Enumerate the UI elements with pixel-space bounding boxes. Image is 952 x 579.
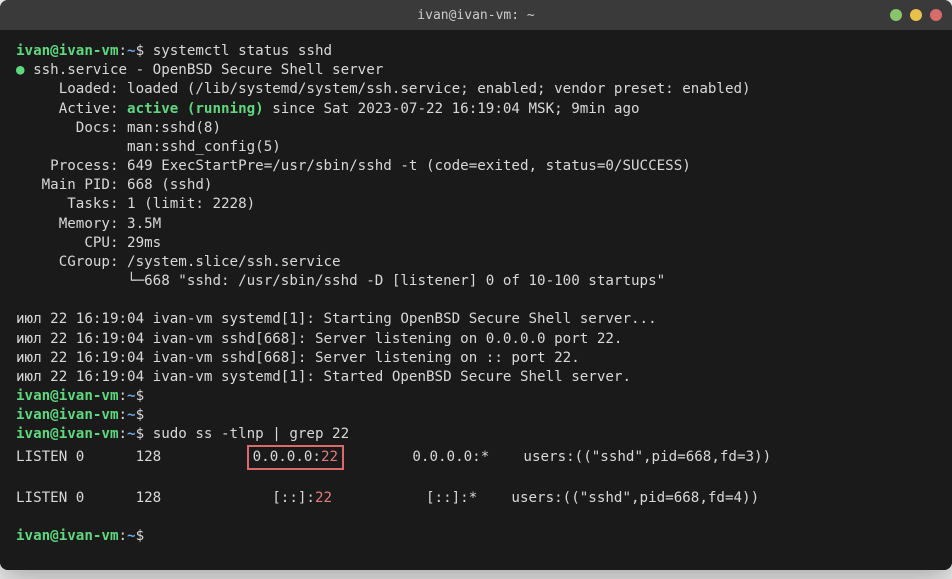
cgroup-value: /system.slice/ssh.service <box>119 254 341 270</box>
prompt-userhost: ivan@ivan-vm <box>16 43 119 59</box>
prompt-line-5: ivan@ivan-vm:~$ <box>16 527 936 546</box>
command-2: sudo ss -tlnp | grep 22 <box>153 426 349 442</box>
ss-row2-port: 22 <box>315 490 332 506</box>
active-value: active (running) <box>119 101 264 117</box>
prompt-line-3: ivan@ivan-vm:~$ <box>16 406 936 425</box>
prompt-sep: : <box>119 43 128 59</box>
prompt-userhost: ivan@ivan-vm <box>16 388 119 404</box>
prompt-userhost: ivan@ivan-vm <box>16 528 119 544</box>
titlebar: ivan@ivan-vm: ~ <box>0 0 952 30</box>
prompt-dollar: $ <box>136 388 145 404</box>
cpu-value: 29ms <box>119 235 162 251</box>
status-mainpid: Main PID: 668 (sshd) <box>16 176 936 195</box>
process-value: 649 ExecStartPre=/usr/sbin/sshd -t (code… <box>119 158 691 174</box>
loaded-label: Loaded: <box>16 81 119 97</box>
log-line-1: июл 22 16:19:04 ivan-vm systemd[1]: Star… <box>16 310 936 329</box>
active-label: Active: <box>16 101 119 117</box>
terminal-body[interactable]: ivan@ivan-vm:~$ systemctl status sshd● s… <box>0 30 952 570</box>
ss-row-1: LISTEN 0 128 0.0.0.0:22 0.0.0.0:* users:… <box>16 445 936 470</box>
memory-value: 3.5M <box>119 216 162 232</box>
command-1: systemctl status sshd <box>153 43 332 59</box>
prompt-path: ~ <box>127 407 136 423</box>
mainpid-label: Main PID: <box>16 177 119 193</box>
prompt-sep: : <box>119 388 128 404</box>
status-docs2: man:sshd_config(5) <box>16 138 936 157</box>
ss-row2-pre: LISTEN 0 128 [::]: <box>16 490 315 506</box>
cgroup-label: CGroup: <box>16 254 119 270</box>
status-process: Process: 649 ExecStartPre=/usr/sbin/sshd… <box>16 157 936 176</box>
loaded-value: loaded (/lib/systemd/system/ssh.service;… <box>119 81 751 97</box>
status-header: ● ssh.service - OpenBSD Secure Shell ser… <box>16 61 936 80</box>
status-cpu: CPU: 29ms <box>16 234 936 253</box>
close-icon[interactable] <box>930 9 942 21</box>
prompt-userhost: ivan@ivan-vm <box>16 407 119 423</box>
status-loaded: Loaded: loaded (/lib/systemd/system/ssh.… <box>16 80 936 99</box>
log-line-2: июл 22 16:19:04 ivan-vm sshd[668]: Serve… <box>16 330 936 349</box>
status-cgroup: CGroup: /system.slice/ssh.service <box>16 253 936 272</box>
tasks-label: Tasks: <box>16 196 119 212</box>
memory-label: Memory: <box>16 216 119 232</box>
prompt-dollar: $ <box>136 43 145 59</box>
status-dot-icon: ● <box>16 62 25 78</box>
prompt-path: ~ <box>127 388 136 404</box>
log-line-3: июл 22 16:19:04 ivan-vm sshd[668]: Serve… <box>16 349 936 368</box>
status-docs: Docs: man:sshd(8) <box>16 119 936 138</box>
prompt-sep: : <box>119 407 128 423</box>
ss-row2-post: [::]:* users:(("sshd",pid=668,fd=4)) <box>332 490 759 506</box>
prompt-path: ~ <box>127 528 136 544</box>
prompt-path: ~ <box>127 43 136 59</box>
prompt-dollar: $ <box>136 528 145 544</box>
ss-row1-addr: 0.0.0.0: <box>253 449 321 465</box>
tasks-value: 1 (limit: 2228) <box>119 196 256 212</box>
prompt-dollar: $ <box>136 426 145 442</box>
status-memory: Memory: 3.5M <box>16 215 936 234</box>
cpu-label: CPU: <box>16 235 119 251</box>
log-line-4: июл 22 16:19:04 ivan-vm systemd[1]: Star… <box>16 368 936 387</box>
prompt-line-2: ivan@ivan-vm:~$ <box>16 387 936 406</box>
status-cgroup-tree: └─668 "sshd: /usr/sbin/sshd -D [listener… <box>16 272 936 291</box>
prompt-dollar: $ <box>136 407 145 423</box>
prompt-sep: : <box>119 528 128 544</box>
prompt-line-1: ivan@ivan-vm:~$ systemctl status sshd <box>16 42 936 61</box>
ss-row1-port: 22 <box>321 449 338 465</box>
active-since: since Sat 2023-07-22 16:19:04 MSK; 9min … <box>264 101 640 117</box>
status-service: ssh.service - OpenBSD Secure Shell serve… <box>33 62 383 78</box>
prompt-line-4: ivan@ivan-vm:~$ sudo ss -tlnp | grep 22 <box>16 425 936 444</box>
window-controls <box>890 9 942 21</box>
highlight-box: 0.0.0.0:22 <box>247 445 344 470</box>
docs-label: Docs: <box>16 120 119 136</box>
mainpid-value: 668 (sshd) <box>119 177 213 193</box>
prompt-path: ~ <box>127 426 136 442</box>
prompt-userhost: ivan@ivan-vm <box>16 426 119 442</box>
window-title: ivan@ivan-vm: ~ <box>417 8 534 23</box>
process-label: Process: <box>16 158 119 174</box>
minimize-icon[interactable] <box>890 9 902 21</box>
docs-value-1: man:sshd(8) <box>119 120 222 136</box>
ss-row-2: LISTEN 0 128 [::]:22 [::]:* users:(("ssh… <box>16 489 936 508</box>
terminal-window: ivan@ivan-vm: ~ ivan@ivan-vm:~$ systemct… <box>0 0 952 570</box>
prompt-sep: : <box>119 426 128 442</box>
status-tasks: Tasks: 1 (limit: 2228) <box>16 195 936 214</box>
ss-row1-pre: LISTEN 0 128 <box>16 449 247 465</box>
ss-row1-post: 0.0.0.0:* users:(("sshd",pid=668,fd=3)) <box>344 449 771 465</box>
maximize-icon[interactable] <box>910 9 922 21</box>
status-active: Active: active (running) since Sat 2023-… <box>16 100 936 119</box>
